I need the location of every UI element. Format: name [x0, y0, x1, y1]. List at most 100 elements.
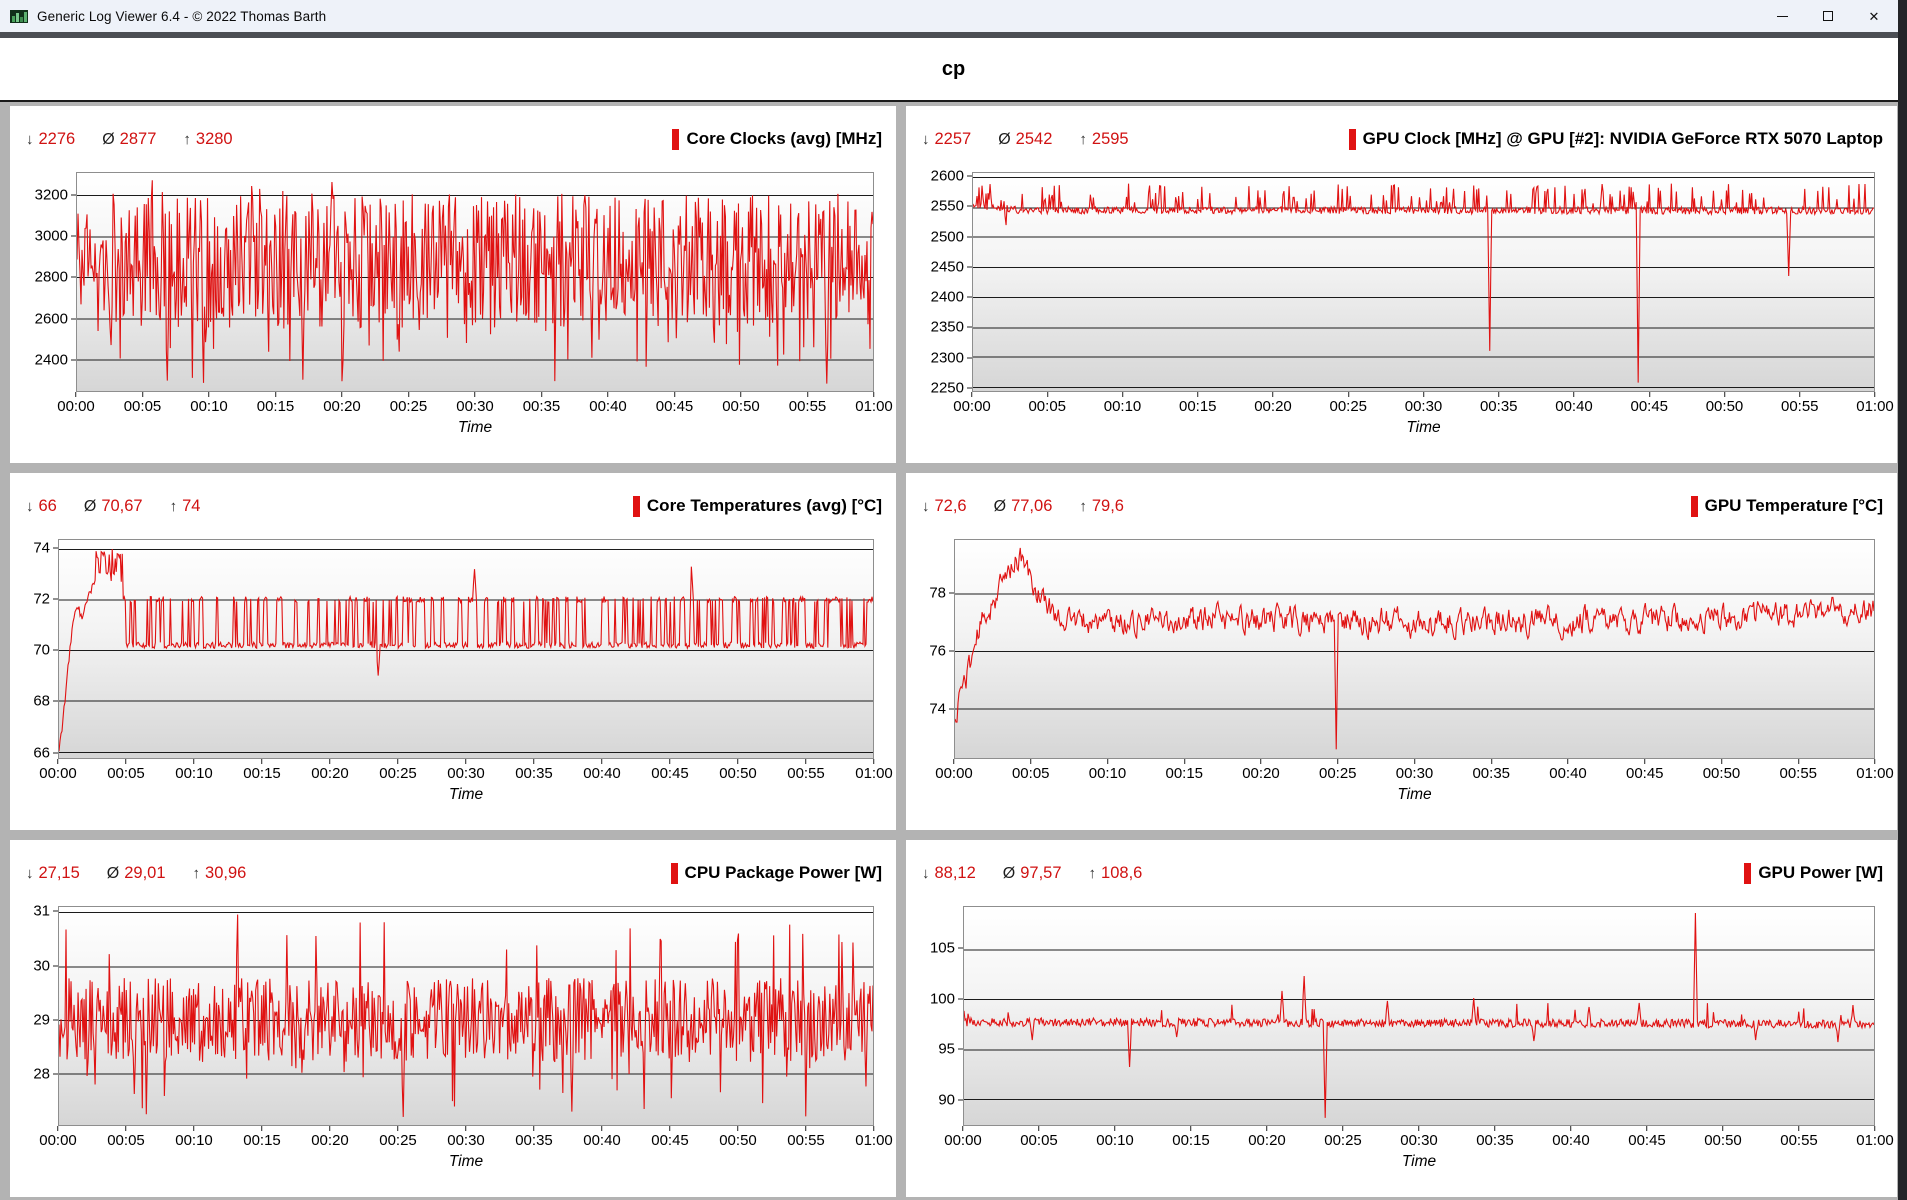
x-tick-label: 00:20 — [311, 759, 349, 782]
down-arrow-icon: ↓ — [922, 130, 930, 148]
time-row: Time — [916, 786, 1885, 804]
x-tick-label: 00:25 — [379, 759, 417, 782]
y-tick-label: 72 — [33, 591, 58, 608]
stat-min: ↓ 2276 — [26, 130, 75, 149]
chart-title-text: CPU Package Power [W] — [684, 863, 882, 882]
chart-header: ↓ 27,15 Ø 29,01 ↑ 30,96 CPU Package Powe… — [20, 856, 884, 890]
plot-area[interactable] — [972, 172, 1875, 392]
x-tick-label: 00:30 — [456, 392, 494, 415]
chart-canvas — [964, 912, 1874, 1118]
legend-color-icon — [670, 862, 678, 884]
chart-title: Core Temperatures (avg) [°C] — [632, 495, 882, 517]
time-row: Time — [916, 1153, 1885, 1171]
y-tick-label: 70 — [33, 642, 58, 659]
x-tick-label: 00:45 — [651, 1126, 689, 1149]
stat-min: ↓ 72,6 — [922, 497, 967, 516]
x-tick-label: 00:50 — [722, 392, 760, 415]
plot-area[interactable] — [58, 906, 874, 1126]
average-icon: Ø — [998, 130, 1011, 148]
stat-max: ↑ 79,6 — [1079, 497, 1124, 516]
y-axis: 2600 2550 2500 2450 2400 2350 2300 2250 — [916, 168, 972, 396]
chart-canvas — [973, 177, 1874, 388]
y-tick-label: 2450 — [931, 258, 972, 275]
y-tick-label: 2400 — [931, 289, 972, 306]
time-row: Time — [20, 419, 884, 437]
y-tick-label: 68 — [33, 693, 58, 710]
y-tick-label: 76 — [929, 643, 954, 660]
x-tick-label: 00:55 — [787, 759, 825, 782]
stat-avg-value: 97,57 — [1020, 863, 1062, 882]
x-tick-label: 01:00 — [855, 1126, 893, 1149]
stat-avg: Ø 77,06 — [994, 497, 1053, 516]
x-tick-label: 00:00 — [953, 392, 991, 415]
x-tick-label: 00:25 — [379, 1126, 417, 1149]
up-arrow-icon: ↑ — [169, 497, 178, 515]
down-arrow-icon: ↓ — [26, 130, 34, 148]
chart-header: ↓ 2276 Ø 2877 ↑ 3280 Core Clocks (avg) [… — [20, 122, 884, 156]
chart-header: ↓ 88,12 Ø 97,57 ↑ 108,6 GPU Power [W] — [916, 856, 1885, 890]
plot-row: 105 100 95 90 — [916, 906, 1885, 1126]
stat-min-value: 2257 — [934, 129, 972, 148]
maximize-button[interactable] — [1805, 0, 1851, 32]
chart-title-text: GPU Clock [MHz] @ GPU [#2]: NVIDIA GeFor… — [1362, 129, 1883, 148]
charts-grid: ↓ 2276 Ø 2877 ↑ 3280 Core Clocks (avg) [… — [10, 106, 1897, 1197]
x-tick-label: 00:55 — [1780, 1126, 1818, 1149]
window-right-edge — [1898, 0, 1907, 1200]
plot-area[interactable] — [58, 539, 874, 759]
y-axis: 74 72 70 68 66 — [20, 539, 58, 761]
x-tick-label: 00:40 — [1555, 392, 1593, 415]
y-tick-label: 3200 — [35, 186, 76, 203]
time-axis-label: Time — [1406, 419, 1441, 436]
x-tick-label: 01:00 — [1856, 759, 1894, 782]
x-axis-row: 00:00 00:05 00:10 00:15 00:20 00:25 00:30 00:35… — [20, 1126, 893, 1152]
down-arrow-icon: ↓ — [922, 864, 930, 882]
stat-avg-value: 70,67 — [101, 496, 143, 515]
stat-avg-value: 2542 — [1015, 129, 1053, 148]
y-tick-label: 78 — [929, 584, 954, 601]
y-tick-label: 3000 — [35, 228, 76, 245]
minimize-button[interactable] — [1759, 0, 1805, 32]
down-arrow-icon: ↓ — [26, 497, 34, 515]
average-icon: Ø — [1002, 864, 1016, 882]
x-tick-label: 00:10 — [175, 1126, 213, 1149]
average-icon: Ø — [102, 130, 115, 148]
x-tick-label: 00:00 — [57, 392, 95, 415]
chart-header: ↓ 66 Ø 70,67 ↑ 74 Core Temperatures (avg… — [20, 489, 884, 523]
x-tick-label: 00:05 — [1012, 759, 1050, 782]
x-tick-label: 00:10 — [1096, 1126, 1134, 1149]
plot-row: 78 76 74 — [916, 539, 1885, 759]
down-arrow-icon: ↓ — [922, 497, 930, 515]
x-tick-label: 01:00 — [855, 392, 893, 415]
stat-avg-value: 2877 — [119, 129, 157, 148]
y-axis: 105 100 95 90 — [916, 906, 963, 1126]
close-button[interactable]: ✕ — [1851, 0, 1897, 32]
plot-area[interactable] — [76, 172, 874, 392]
y-tick-label: 2400 — [35, 351, 76, 368]
x-tick-label: 00:20 — [1242, 759, 1280, 782]
x-tick-label: 00:00 — [935, 759, 973, 782]
y-tick-label: 105 — [930, 940, 963, 957]
stat-max: ↑ 74 — [170, 497, 201, 516]
y-tick-label: 28 — [33, 1066, 58, 1083]
x-tick-label: 00:45 — [656, 392, 693, 415]
chart-stats: ↓ 72,6 Ø 77,06 ↑ 79,6 — [922, 497, 1151, 516]
y-tick-label: 2550 — [931, 198, 972, 215]
window-titlebar[interactable]: Generic Log Viewer 6.4 - © 2022 Thomas B… — [0, 0, 1907, 32]
x-axis-row: 00:00 00:05 00:10 00:15 00:20 00:25 00:30 00:35… — [916, 1126, 1894, 1152]
x-tick-label: 00:20 — [311, 1126, 349, 1149]
plot-row: 3200 3000 2800 2600 2400 — [20, 172, 884, 392]
stat-min-value: 88,12 — [934, 863, 976, 882]
chart-stats: ↓ 2257 Ø 2542 ↑ 2595 — [922, 130, 1156, 149]
plot-area[interactable] — [954, 539, 1875, 759]
y-axis: 31 30 29 28 — [20, 903, 58, 1126]
y-tick-label: 29 — [33, 1012, 58, 1029]
x-tick-label: 00:15 — [243, 1126, 281, 1149]
x-tick-label: 00:20 — [323, 392, 361, 415]
x-tick-label: 00:00 — [39, 759, 77, 782]
stat-min-value: 66 — [38, 496, 57, 515]
y-tick-label: 100 — [930, 990, 963, 1007]
plot-area[interactable] — [963, 906, 1875, 1126]
y-tick-label: 74 — [33, 539, 58, 556]
x-axis-row: 00:00 00:05 00:10 00:15 00:20 00:25 00:30 00:35… — [916, 759, 1894, 785]
x-axis-row: 00:00 00:05 00:10 00:15 00:20 00:25 00:30 00:35… — [916, 392, 1894, 418]
